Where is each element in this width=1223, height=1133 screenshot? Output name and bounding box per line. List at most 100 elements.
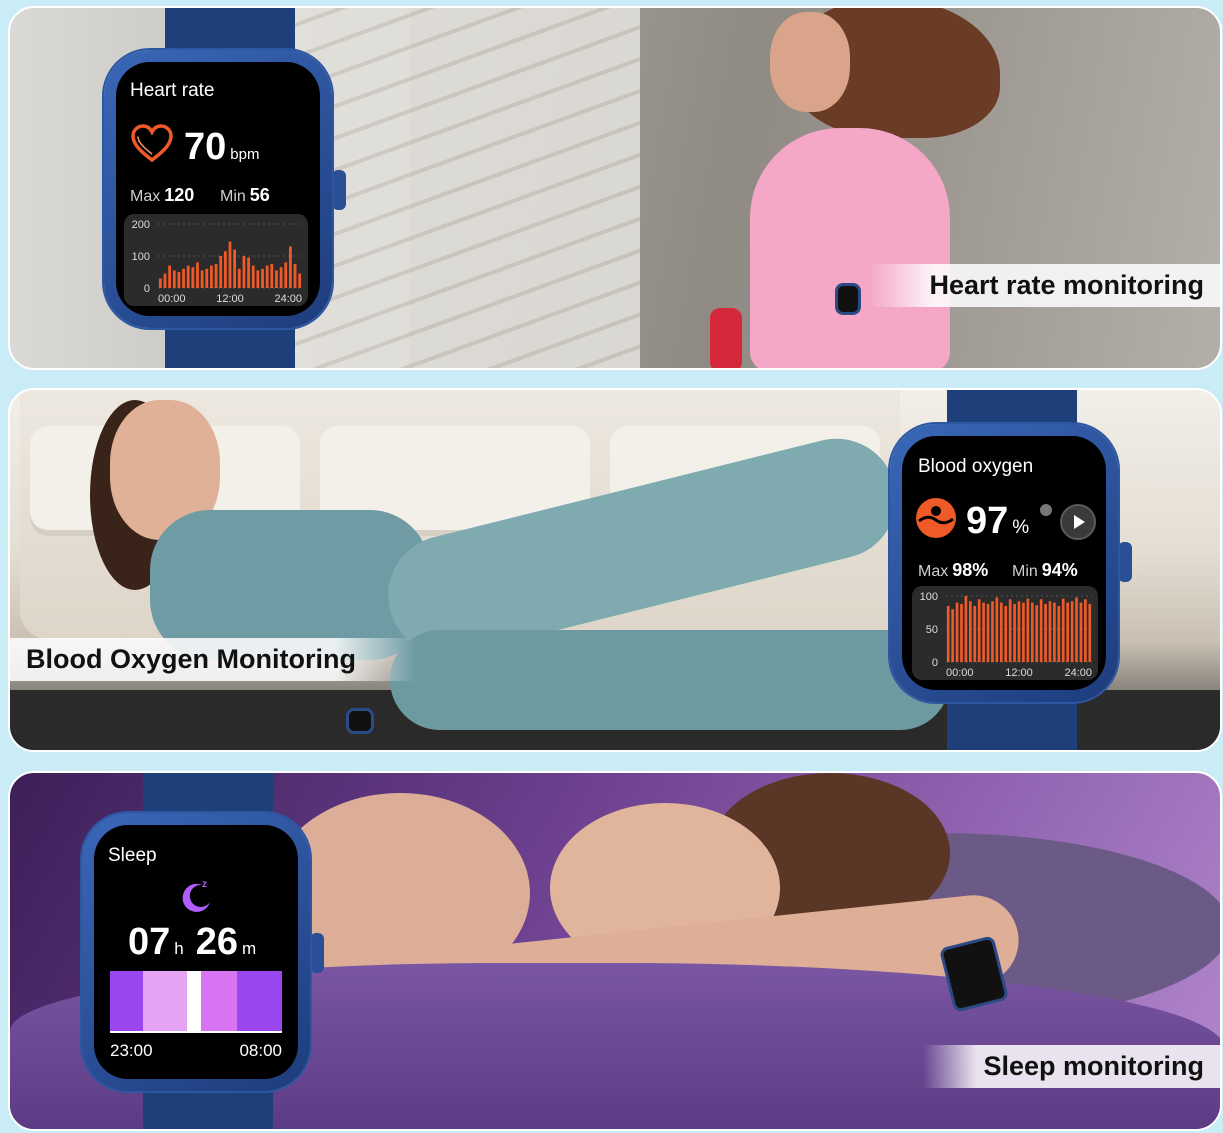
sleep-start-time: 23:00 (110, 1041, 153, 1060)
sleep-stage-segment (201, 971, 238, 1031)
start-measure-button[interactable] (1060, 504, 1096, 540)
sleep-stage-bar (110, 971, 282, 1033)
heart-rate-watch: Heart rate 70 bpm Max 120 Min 56 200 100 0 00:… (100, 8, 360, 368)
sleep-minutes: 26 (195, 921, 239, 963)
chart-bar (288, 246, 292, 288)
sleep-stage-segment (142, 971, 188, 1031)
chart-bar (1008, 599, 1012, 662)
chart-bar (973, 605, 977, 662)
chart-bar (999, 602, 1003, 662)
x-tick-label: 24:00 (274, 293, 302, 305)
chart-bar (1048, 601, 1052, 662)
moon-icon: z (182, 879, 210, 912)
chart-bar (247, 257, 250, 288)
chart-bar (955, 602, 959, 662)
info-icon[interactable] (1040, 504, 1052, 516)
chart-bar (1084, 599, 1087, 662)
heart-outline-icon (131, 124, 173, 163)
blood-oxygen-chart: 100 50 0 00:00 12:00 24:00 (912, 586, 1098, 680)
chart-bar (982, 602, 985, 662)
blood-oxygen-panel: Blood Oxygen Monitoring Blood oxygen 97%… (8, 388, 1222, 752)
sleep-hours: 07 (128, 921, 171, 963)
chart-bar (191, 267, 195, 288)
x-tick-label: 12:00 (1005, 667, 1033, 679)
hours-unit: h (174, 939, 184, 958)
screen-title: Sleep (108, 845, 157, 866)
wrist-watch (346, 708, 374, 734)
chart-bar (1044, 603, 1047, 662)
chart-bar (1035, 605, 1039, 662)
y-tick-label: 0 (932, 657, 938, 669)
y-tick-label: 100 (920, 591, 938, 603)
heart-rate-panel: Heart rate monitoring Heart rate 70 bpm M… (8, 6, 1222, 370)
y-tick-label: 200 (132, 219, 150, 231)
watch-crown[interactable] (310, 933, 324, 973)
chart-bar (946, 605, 950, 662)
chart-bar (977, 599, 981, 662)
heart-rate-min: Min 56 (220, 185, 270, 206)
heart-rate-chart: 200 100 0 00:00 12:00 24:00 (124, 214, 308, 306)
chart-bar (1013, 603, 1016, 662)
sleep-duration: 07 h 26 m (128, 921, 256, 964)
screen-title: Blood oxygen (918, 456, 1034, 477)
chart-bar (1088, 603, 1092, 662)
max-label: Max (130, 188, 161, 205)
chart-bar (293, 264, 297, 288)
sunset-icon (916, 498, 956, 538)
chart-bar (284, 262, 288, 288)
sleep-screen: Sleep z 07 h 26 m 23:00 08:00 (94, 825, 298, 1079)
chart-bar (270, 264, 274, 288)
blood-oxygen-number: 97 (966, 500, 1009, 542)
chart-bar (186, 265, 190, 288)
chart-bar (960, 603, 963, 662)
chart-bar (969, 601, 972, 662)
blood-oxygen-min: Min 94% (1012, 560, 1078, 581)
sleep-end-time: 08:00 (239, 1041, 282, 1060)
chart-bar (1061, 598, 1065, 662)
screen-title: Heart rate (130, 80, 215, 101)
chart-bar (1030, 602, 1034, 662)
max-value: 120 (164, 185, 195, 205)
chart-bar (1075, 597, 1078, 662)
chart-bar (242, 256, 246, 288)
x-tick-label: 00:00 (946, 667, 974, 679)
y-tick-label: 50 (926, 624, 938, 636)
chart-bar (1004, 605, 1008, 662)
sleep-panel: Sleep monitoring Sleep z 07 h 26 m 23:00 08… (8, 771, 1222, 1131)
chart-bar (228, 241, 232, 288)
heart-rate-value: 70 bpm (184, 126, 259, 169)
min-label: Min (1012, 563, 1038, 580)
heart-rate-screen: Heart rate 70 bpm Max 120 Min 56 200 100 0 00:… (116, 62, 320, 316)
watch-crown[interactable] (332, 170, 346, 210)
wrist-watch (835, 283, 861, 315)
chart-bar (214, 264, 218, 288)
chart-bar (261, 268, 264, 288)
heart-rate-unit: bpm (230, 146, 260, 163)
chart-bar (196, 262, 199, 288)
chart-bar (279, 267, 283, 288)
chart-bar (265, 265, 269, 288)
chart-bar (995, 597, 999, 662)
chart-bar (275, 270, 278, 288)
heart-rate-max: Max 120 (130, 185, 194, 206)
heart-rate-number: 70 (184, 126, 227, 168)
chart-bar (298, 273, 302, 288)
min-label: Min (220, 188, 246, 205)
chart-bar (237, 268, 241, 288)
chart-bar (233, 249, 237, 288)
chart-bar (200, 270, 204, 288)
chart-bar (168, 265, 172, 288)
chart-bar (158, 278, 162, 288)
play-icon (1074, 515, 1085, 529)
heart-rate-caption: Heart rate monitoring (869, 264, 1220, 307)
blood-oxygen-unit: % (1012, 517, 1030, 538)
chart-bar (1017, 601, 1021, 662)
chart-bar (182, 268, 185, 288)
chart-bar (1053, 602, 1056, 662)
min-value: 56 (249, 185, 270, 205)
watch-crown[interactable] (1118, 542, 1132, 582)
minutes-unit: m (242, 939, 257, 958)
min-value: 94% (1041, 560, 1078, 580)
water-bottle (710, 308, 742, 368)
y-tick-label: 100 (132, 251, 150, 263)
